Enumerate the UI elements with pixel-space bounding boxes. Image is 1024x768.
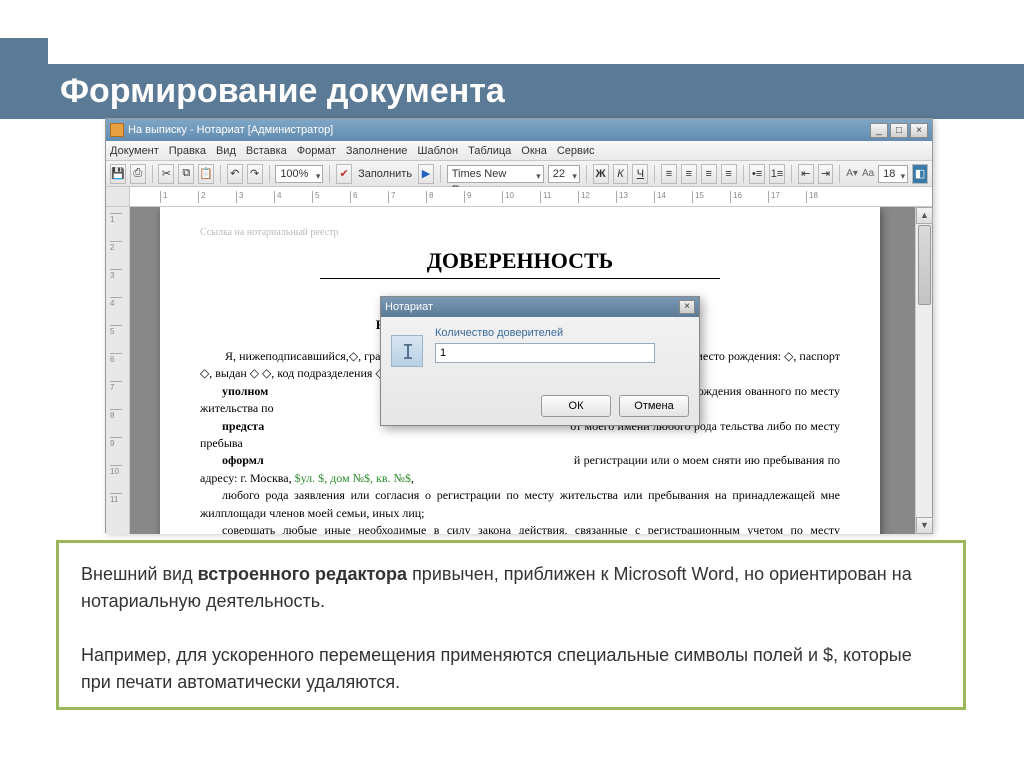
align-justify-icon[interactable]: ≡	[721, 164, 737, 184]
window-controls: _ □ ×	[870, 123, 928, 138]
paste-icon[interactable]: 📋	[198, 164, 214, 184]
menu-edit[interactable]: Правка	[169, 145, 206, 157]
separator	[220, 165, 221, 183]
cancel-button[interactable]: Отмена	[619, 395, 689, 417]
close-button[interactable]: ×	[910, 123, 928, 138]
zoom-combo[interactable]: 100%	[275, 165, 323, 183]
scrollbar-vertical[interactable]: ▲ ▼	[915, 207, 932, 534]
menu-fill[interactable]: Заполнение	[346, 145, 408, 157]
menu-windows[interactable]: Окна	[521, 145, 547, 157]
minimize-button[interactable]: _	[870, 123, 888, 138]
separator	[654, 165, 655, 183]
doc-paragraph: оформл й регистрации или о моем сняти ию…	[200, 452, 840, 487]
menu-template[interactable]: Шаблон	[417, 145, 458, 157]
doc-paragraph: любого рода заявления или согласия о рег…	[200, 487, 840, 522]
cut-icon[interactable]: ✂	[158, 164, 174, 184]
menu-table[interactable]: Таблица	[468, 145, 511, 157]
align-left-icon[interactable]: ≡	[661, 164, 677, 184]
maximize-button[interactable]: □	[890, 123, 908, 138]
menubar: Документ Правка Вид Вставка Формат Запол…	[106, 141, 932, 161]
dialog-field-label: Количество доверителей	[435, 327, 655, 339]
separator	[329, 165, 330, 183]
indent-inc-icon[interactable]: ⇥	[818, 164, 834, 184]
caption-box: Внешний вид встроенного редактора привыч…	[56, 540, 966, 710]
scroll-up-icon[interactable]: ▲	[916, 207, 933, 224]
dialog-close-button[interactable]: ×	[679, 300, 695, 314]
accent-stripe-top	[0, 38, 48, 64]
input-dialog: Нотариат × Количество доверителей ОК Отм…	[380, 296, 700, 426]
play-icon[interactable]: ▶	[418, 164, 434, 184]
special-icon[interactable]: ◧	[912, 164, 928, 184]
ruler-horizontal: 123456789101112131415161718	[106, 187, 932, 207]
font-combo[interactable]: Times New Roman	[447, 165, 544, 183]
list-bullet-icon[interactable]: •≡	[749, 164, 765, 184]
checkmark-icon[interactable]: ✔	[336, 164, 352, 184]
lineheight-combo[interactable]: 18	[878, 165, 908, 183]
italic-button[interactable]: К	[613, 164, 629, 184]
separator	[269, 165, 270, 183]
redo-icon[interactable]: ↷	[247, 164, 263, 184]
save-icon[interactable]: 💾	[110, 164, 126, 184]
scroll-thumb[interactable]	[918, 225, 931, 305]
menu-insert[interactable]: Вставка	[246, 145, 287, 157]
dialog-titlebar: Нотариат ×	[381, 297, 699, 317]
align-right-icon[interactable]: ≡	[701, 164, 717, 184]
toolbar: 💾 ⎙ ✂ ⧉ 📋 ↶ ↷ 100% ✔ Заполнить ▶ Times N…	[106, 161, 932, 187]
separator	[440, 165, 441, 183]
doc-hint-link: Ссылка на нотариальный реестр	[200, 227, 840, 238]
menu-service[interactable]: Сервис	[557, 145, 595, 157]
slide-title: Формирование документа	[60, 72, 505, 111]
undo-icon[interactable]: ↶	[227, 164, 243, 184]
separator	[791, 165, 792, 183]
separator	[839, 165, 840, 183]
bold-button[interactable]: Ж	[593, 164, 609, 184]
doc-paragraph: совершать любые иные необходимые в силу …	[200, 522, 840, 534]
window-title: На выписку - Нотариат [Администратор]	[128, 124, 333, 136]
align-center-icon[interactable]: ≡	[681, 164, 697, 184]
caption-line-1: Внешний вид встроенного редактора привыч…	[81, 561, 941, 615]
menu-format[interactable]: Формат	[297, 145, 336, 157]
text-cursor-icon	[391, 335, 423, 367]
list-number-icon[interactable]: 1≡	[769, 164, 785, 184]
underline-button[interactable]: Ч	[632, 164, 648, 184]
fontsize-combo[interactable]: 22	[548, 165, 580, 183]
ruler-vertical: 1234567891011	[106, 207, 130, 534]
ok-button[interactable]: ОК	[541, 395, 611, 417]
separator	[152, 165, 153, 183]
print-icon[interactable]: ⎙	[130, 164, 146, 184]
titlebar: На выписку - Нотариат [Администратор] _ …	[106, 119, 932, 141]
menu-document[interactable]: Документ	[110, 145, 159, 157]
doc-title: ДОВЕРЕННОСТЬ	[320, 248, 720, 279]
copy-icon[interactable]: ⧉	[178, 164, 194, 184]
app-icon	[110, 123, 124, 137]
caption-line-2: Например, для ускоренного перемещения пр…	[81, 642, 941, 696]
indent-dec-icon[interactable]: ⇤	[798, 164, 814, 184]
menu-view[interactable]: Вид	[216, 145, 236, 157]
dialog-title: Нотариат	[385, 301, 433, 313]
fill-button[interactable]: Заполнить	[356, 168, 414, 180]
separator	[586, 165, 587, 183]
separator	[743, 165, 744, 183]
scroll-down-icon[interactable]: ▼	[916, 517, 933, 534]
dialog-input[interactable]	[435, 343, 655, 363]
